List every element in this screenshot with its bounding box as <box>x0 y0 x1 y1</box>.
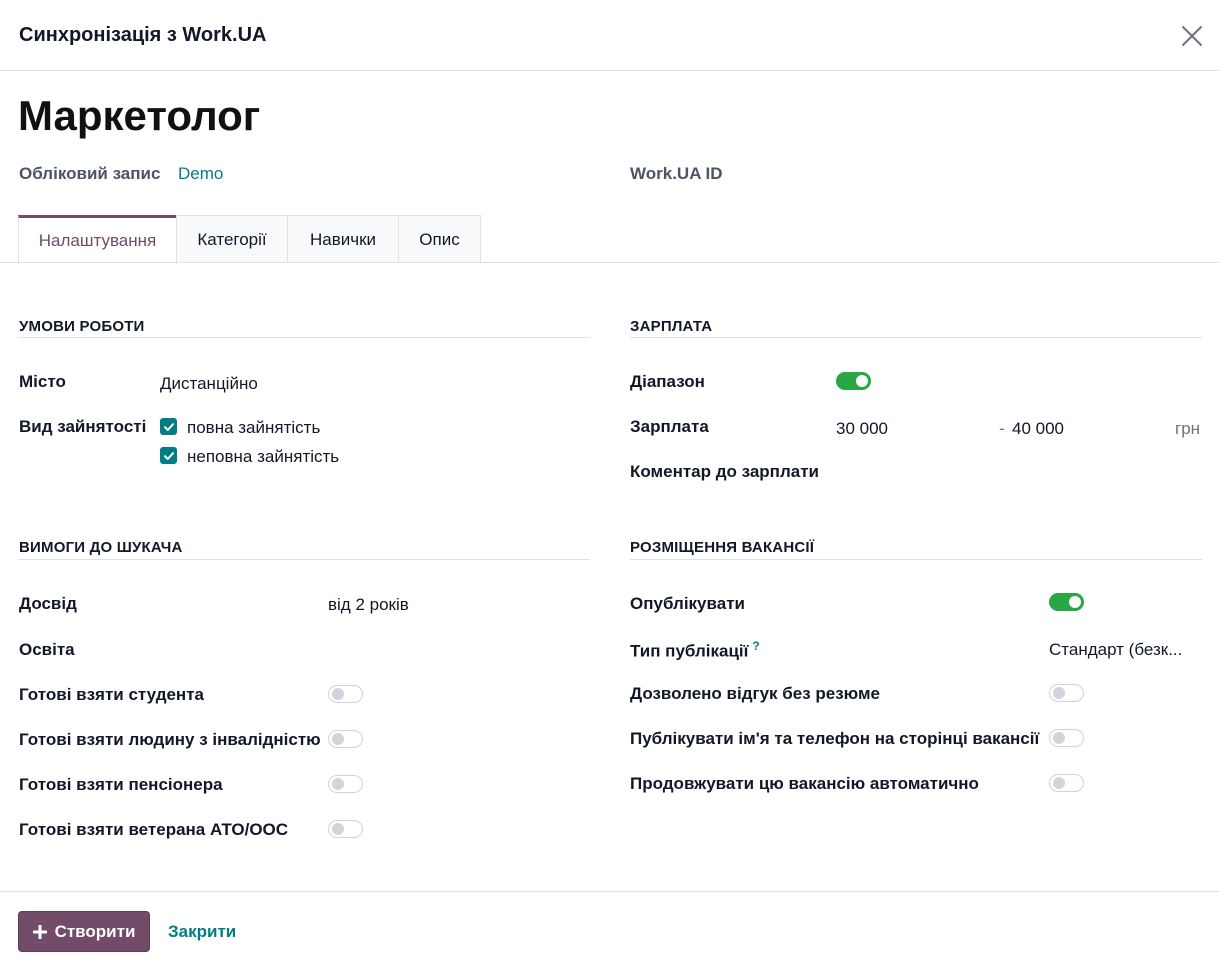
employment-full-label: повна зайнятість <box>187 418 321 437</box>
publication-type-select[interactable]: Стандарт (безк... <box>1049 640 1182 660</box>
no-resume-toggle[interactable] <box>1049 684 1084 702</box>
plus-icon <box>32 924 47 939</box>
workua-id-label: Work.UA ID <box>630 164 723 183</box>
disability-toggle[interactable] <box>328 730 363 748</box>
footer-divider <box>0 891 1219 892</box>
close-icon[interactable] <box>1180 24 1204 48</box>
veteran-label: Готові взяти ветерана АТО/ООС <box>19 820 289 839</box>
salary-to-input[interactable]: 40 000 <box>1012 419 1064 439</box>
placement-section-title: РОЗМІЩЕННЯ ВАКАНСІЇ <box>630 539 815 556</box>
salary-comment-label: Коментар до зарплати <box>630 462 819 481</box>
requirements-section-title: ВИМОГИ ДО ШУКАЧА <box>19 539 183 556</box>
no-resume-label: Дозволено відгук без резюме <box>630 684 880 703</box>
check-icon <box>163 451 174 460</box>
student-toggle[interactable] <box>328 685 363 703</box>
disability-label: Готові взяти людину з інвалідністю <box>19 730 321 749</box>
create-button[interactable]: Створити <box>18 911 150 952</box>
close-button[interactable]: Закрити <box>168 922 236 942</box>
section-divider <box>18 337 590 338</box>
city-value[interactable]: Дистанційно <box>160 374 258 394</box>
create-button-label: Створити <box>54 921 136 941</box>
section-divider <box>630 559 1202 560</box>
account-link[interactable]: Demo <box>178 164 223 184</box>
tab-categories[interactable]: Категорії <box>176 215 288 263</box>
dialog-title: Синхронізація з Work.UA <box>19 24 267 46</box>
show-contacts-toggle[interactable] <box>1049 729 1084 747</box>
conditions-section-title: УМОВИ РОБОТИ <box>19 318 145 335</box>
account-label: Обліковий запис <box>19 164 161 183</box>
currency-label: грн <box>1175 419 1201 438</box>
publish-toggle[interactable] <box>1049 593 1084 611</box>
salary-section-title: ЗАРПЛАТА <box>630 318 713 335</box>
city-label: Місто <box>19 372 66 391</box>
pensioner-label: Готові взяти пенсіонера <box>19 775 223 794</box>
experience-label: Досвід <box>19 594 77 613</box>
student-label: Готові взяти студента <box>19 685 204 704</box>
range-toggle[interactable] <box>836 372 871 390</box>
pensioner-toggle[interactable] <box>328 775 363 793</box>
dialog-header: Синхронізація з Work.UA <box>0 0 1219 71</box>
help-icon[interactable]: ? <box>752 639 759 653</box>
employment-part-label: неповна зайнятість <box>187 447 340 466</box>
record-title: Маркетолог <box>18 92 261 139</box>
publish-label: Опублікувати <box>630 594 745 613</box>
show-contacts-label: Публікувати ім'я та телефон на сторінці … <box>630 729 1040 748</box>
publication-type-label: Тип публікації? <box>630 639 760 661</box>
employment-part-checkbox[interactable] <box>160 447 177 464</box>
veteran-toggle[interactable] <box>328 820 363 838</box>
experience-value[interactable]: від 2 років <box>328 595 409 615</box>
section-divider <box>630 337 1202 338</box>
tab-description[interactable]: Опис <box>398 215 481 263</box>
section-divider <box>18 559 590 560</box>
employment-full-checkbox[interactable] <box>160 418 177 435</box>
tab-settings[interactable]: Налаштування <box>18 215 177 264</box>
employment-label: Вид зайнятості <box>19 417 147 436</box>
salary-range-separator: - <box>999 419 1005 438</box>
tab-skills[interactable]: Навички <box>287 215 399 263</box>
tabs-divider <box>0 262 1219 263</box>
check-icon <box>163 422 174 431</box>
salary-label: Зарплата <box>630 417 709 436</box>
salary-from-input[interactable]: 30 000 <box>836 419 888 439</box>
range-label: Діапазон <box>630 372 705 391</box>
education-label: Освіта <box>19 640 75 659</box>
auto-extend-toggle[interactable] <box>1049 774 1084 792</box>
auto-extend-label: Продовжувати цю вакансію автоматично <box>630 774 979 793</box>
